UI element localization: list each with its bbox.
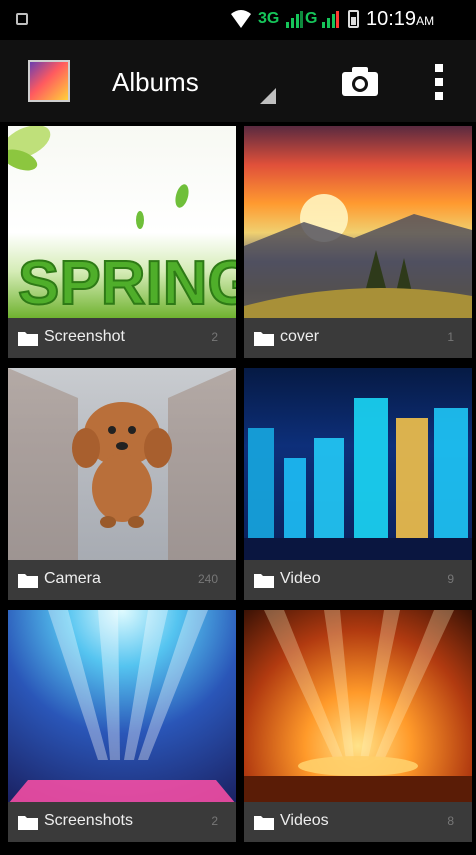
album-label: Video 9 — [244, 560, 472, 600]
spring-artwork: SPRING — [8, 126, 236, 319]
folder-icon — [254, 332, 274, 346]
folder-icon — [18, 574, 38, 588]
spring-text: SPRING — [18, 249, 236, 318]
blocks-artwork — [244, 398, 472, 562]
time-value: 10:19 — [366, 8, 417, 30]
network-g-label: G — [305, 10, 318, 27]
album-thumbnail-stage-blue — [8, 610, 236, 804]
folder-icon — [254, 574, 274, 588]
wifi-icon — [231, 10, 251, 28]
stage-gold-artwork — [244, 610, 472, 804]
album-name: Camera — [44, 570, 101, 587]
album-name: Screenshot — [44, 328, 125, 345]
album-name: Videos — [280, 812, 329, 829]
album-tile-video[interactable]: Video 9 — [244, 368, 472, 600]
signal-strength-icon-2 — [322, 11, 339, 28]
album-count: 2 — [211, 814, 218, 828]
album-tile-screenshots[interactable]: Screenshots 2 — [8, 610, 236, 842]
album-count: 1 — [447, 330, 454, 344]
album-name: Video — [280, 570, 321, 587]
album-count: 2 — [211, 330, 218, 344]
overflow-menu-icon[interactable] — [432, 62, 446, 102]
network-3g-label: 3G — [258, 10, 280, 27]
notification-icon — [16, 13, 28, 25]
folder-icon — [254, 816, 274, 830]
album-grid: SPRING Screenshot 2 cover 1 Camera 240 V… — [0, 122, 476, 855]
page-title[interactable]: Albums — [112, 67, 199, 98]
dog-artwork — [8, 368, 236, 562]
stage-blue-artwork — [8, 610, 236, 804]
album-label: Screenshot 2 — [8, 318, 236, 358]
album-tile-screenshot[interactable]: SPRING Screenshot 2 — [8, 126, 236, 358]
album-label: cover 1 — [244, 318, 472, 358]
album-name: Screenshots — [44, 812, 133, 829]
folder-icon — [18, 332, 38, 346]
folder-icon — [18, 816, 38, 830]
album-label: Camera 240 — [8, 560, 236, 600]
battery-icon — [348, 10, 359, 28]
album-tile-camera[interactable]: Camera 240 — [8, 368, 236, 600]
album-count: 9 — [447, 572, 454, 586]
album-thumbnail-blocks — [244, 368, 472, 562]
time-ampm: AM — [416, 14, 435, 28]
album-thumbnail-spring: SPRING — [8, 126, 236, 320]
album-tile-cover[interactable]: cover 1 — [244, 126, 472, 358]
album-thumbnail-stage-gold — [244, 610, 472, 804]
sunset-artwork — [244, 194, 472, 320]
album-thumbnail-sunset — [244, 126, 472, 320]
album-count: 8 — [447, 814, 454, 828]
action-bar: Albums — [0, 40, 476, 122]
album-tile-videos[interactable]: Videos 8 — [244, 610, 472, 842]
album-label: Screenshots 2 — [8, 802, 236, 842]
camera-icon[interactable] — [340, 64, 380, 98]
spinner-dropdown-icon[interactable] — [260, 88, 276, 104]
album-count: 240 — [197, 572, 218, 586]
gallery-app-icon[interactable] — [28, 60, 70, 102]
signal-strength-icon — [286, 11, 303, 28]
status-bar: 3G G 10:19AM — [0, 0, 476, 40]
album-thumbnail-dog — [8, 368, 236, 562]
status-time: 10:19AM — [366, 8, 434, 31]
album-name: cover — [280, 328, 320, 345]
album-label: Videos 8 — [244, 802, 472, 842]
